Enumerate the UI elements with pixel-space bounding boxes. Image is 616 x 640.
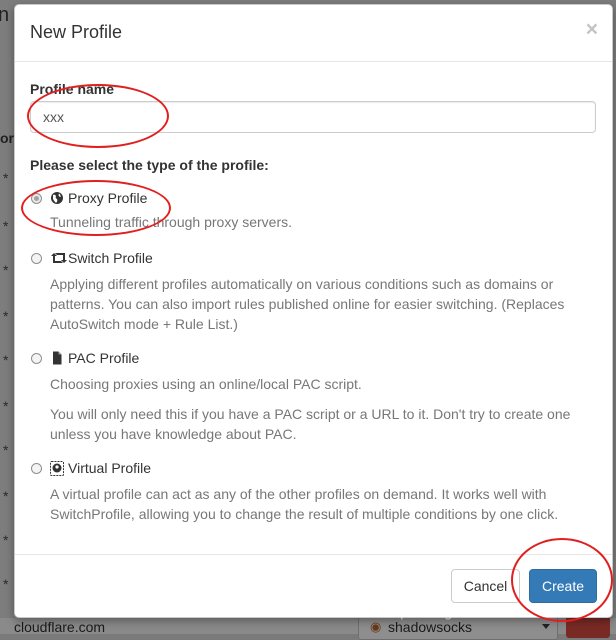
switch-profile-label: Switch Profile (68, 250, 153, 266)
background-title-fragment: n (0, 4, 10, 26)
background-domain-text: cloudflare.com (14, 619, 106, 635)
profile-name-input[interactable] (30, 101, 596, 133)
background-row-mark: * (3, 308, 9, 324)
background-row-mark: * (3, 170, 9, 186)
background-row-mark: * (3, 218, 9, 234)
create-button[interactable]: Create (529, 569, 597, 603)
virtual-profile-radio[interactable] (31, 463, 42, 474)
dialog-title: New Profile (30, 22, 123, 42)
background-profile-text: shadowsocks (388, 619, 473, 635)
background-profile-icon: ◉ (370, 619, 382, 634)
new-profile-dialog: New Profile × Profile name Please select… (14, 4, 613, 618)
switch-profile-description: Applying different profiles automaticall… (50, 276, 565, 332)
virtual-profile-label: Virtual Profile (68, 460, 152, 476)
background-column-header: or (0, 130, 14, 146)
background-row-mark: * (3, 398, 9, 414)
background-row-mark: * (3, 442, 9, 458)
close-icon[interactable]: × (586, 19, 598, 40)
virtual-profile-description: A virtual profile can act as any of the … (50, 486, 559, 522)
proxy-profile-radio[interactable] (31, 193, 42, 204)
pac-profile-radio[interactable] (31, 353, 42, 364)
background-delete-button (566, 616, 610, 638)
background-row-mark: * (3, 576, 9, 592)
background-row-mark: * (3, 352, 9, 368)
proxy-profile-description: Tunneling traffic through proxy servers. (50, 214, 293, 230)
background-row-mark: * (3, 262, 9, 278)
background-row-mark: * (3, 532, 9, 548)
watermark-text: https://blog.csdn.net/... (385, 605, 524, 620)
profile-name-label: Profile name (30, 81, 115, 97)
globe-icon (50, 191, 64, 206)
retweet-icon (50, 251, 68, 266)
cancel-button[interactable]: Cancel (451, 569, 520, 603)
pac-profile-description: Choosing proxies using an online/local P… (50, 376, 362, 392)
background-row-mark: * (3, 488, 9, 504)
switch-profile-radio[interactable] (31, 253, 42, 264)
profile-type-label: Please select the type of the profile: (30, 157, 269, 173)
file-icon (50, 351, 64, 366)
background-caret-icon (542, 624, 550, 629)
pac-profile-note: You will only need this if you have a PA… (50, 406, 571, 442)
dialog-header: New Profile × (15, 5, 612, 62)
pac-profile-label: PAC Profile (68, 350, 140, 366)
virtual-icon (50, 461, 64, 476)
proxy-profile-label: Proxy Profile (68, 190, 148, 206)
